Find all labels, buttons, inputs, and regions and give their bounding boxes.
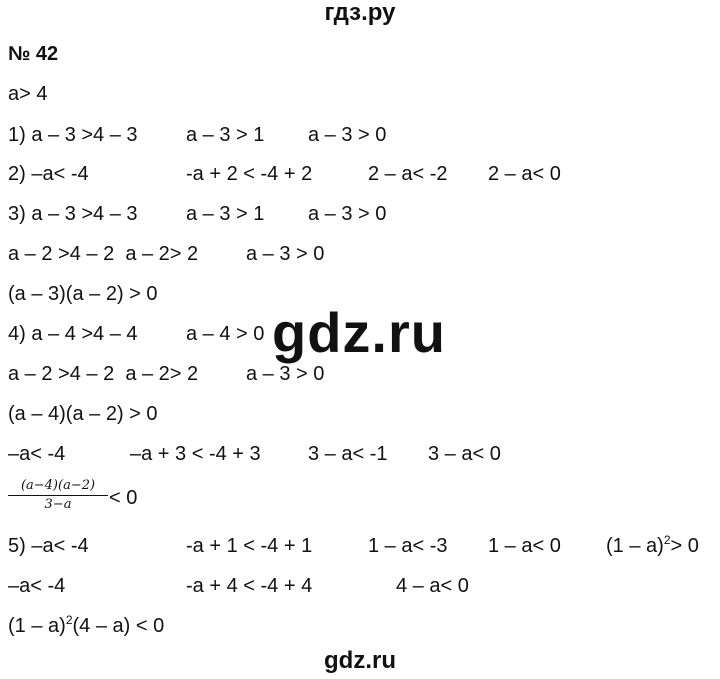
expression-with-power: (1 – a)2> 0 (606, 533, 699, 559)
expression: –a + 3 < -4 + 3 (130, 443, 261, 465)
expression: 4 – a< 0 (396, 575, 469, 597)
power-comparison: > 0 (670, 535, 699, 557)
fraction-comparison: < 0 (109, 487, 138, 509)
power-base: (1 – a) (606, 535, 664, 557)
expression: a – 4 > 0 (186, 323, 265, 345)
expression: -a + 2 < -4 + 2 (186, 163, 313, 185)
expression: a – 2 >4 – 2 a – 2> 2 (8, 243, 199, 265)
expression: a – 2 >4 – 2 a – 2> 2 (8, 363, 199, 385)
expression: 2) –a< -4 (8, 163, 89, 185)
watermark: gdz.ru (272, 301, 446, 364)
power-base: (1 – a) (8, 615, 66, 637)
expression: a – 3 > 0 (308, 124, 387, 146)
solution-line: (1 – a)2(4 – a) < 0 (8, 613, 720, 639)
expression: (a – 4)(a – 2) > 0 (8, 403, 158, 425)
expression: –a< -4 (8, 443, 66, 465)
expression: 1 – a< -3 (368, 535, 448, 557)
solution-line: a – 2 >4 – 2 a – 2> 2 a – 3 > 0 (8, 241, 720, 267)
solution-line: 2) –a< -4 -a + 2 < -4 + 2 2 – a< -2 2 – … (8, 161, 720, 187)
expression: a> 4 (8, 83, 48, 105)
expression-with-power: (1 – a)2(4 – a) < 0 (8, 613, 164, 639)
expression: 4) a – 4 >4 – 4 (8, 323, 138, 345)
expression: (a – 3)(a – 2) > 0 (8, 283, 158, 305)
expression: a – 3 > 0 (308, 203, 387, 225)
expression: -a + 4 < -4 + 4 (186, 575, 313, 597)
power-comparison: (4 – a) < 0 (72, 615, 165, 637)
site-footer: gdz.ru (324, 647, 396, 674)
fraction-numerator: (a−4)(a−2) (20, 478, 96, 493)
fraction-denominator: 3−a (44, 497, 72, 512)
solution-line: a> 4 (8, 81, 720, 107)
task-number: № 42 (8, 43, 59, 65)
expression: 1 – a< 0 (488, 535, 561, 557)
expression: 2 – a< 0 (488, 163, 561, 185)
solution-line: 5) –a< -4 -a + 1 < -4 + 1 1 – a< -3 1 – … (8, 533, 720, 559)
site-header: гдз.ру (324, 0, 396, 26)
expression: -a + 1 < -4 + 1 (186, 535, 313, 557)
solution-line: 1) a – 3 >4 – 3 a – 3 > 1 a – 3 > 0 (8, 122, 720, 148)
fraction: (a−4)(a−2) 3−a (8, 477, 108, 514)
expression: 5) –a< -4 (8, 535, 89, 557)
power-exponent: 2 (663, 533, 671, 547)
expression: a – 3 > 0 (246, 243, 325, 265)
solution-line: 3) a – 3 >4 – 3 a – 3 > 1 a – 3 > 0 (8, 201, 720, 227)
solution-line: –a< -4 –a + 3 < -4 + 3 3 – a< -1 3 – a< … (8, 441, 720, 467)
expression: 3 – a< -1 (308, 443, 388, 465)
power-exponent: 2 (65, 613, 73, 627)
expression: a – 3 > 1 (186, 203, 265, 225)
solution-line: –a< -4 -a + 4 < -4 + 4 4 – a< 0 (8, 573, 720, 599)
expression: 3 – a< 0 (428, 443, 501, 465)
expression: a – 3 > 1 (186, 124, 265, 146)
expression: 1) a – 3 >4 – 3 (8, 124, 138, 146)
solution-line: (a – 4)(a – 2) > 0 (8, 401, 720, 427)
expression: 3) a – 3 >4 – 3 (8, 203, 138, 225)
expression: –a< -4 (8, 575, 66, 597)
expression: 2 – a< -2 (368, 163, 448, 185)
fraction-inequality: (a−4)(a−2) 3−a < 0 (8, 477, 208, 523)
